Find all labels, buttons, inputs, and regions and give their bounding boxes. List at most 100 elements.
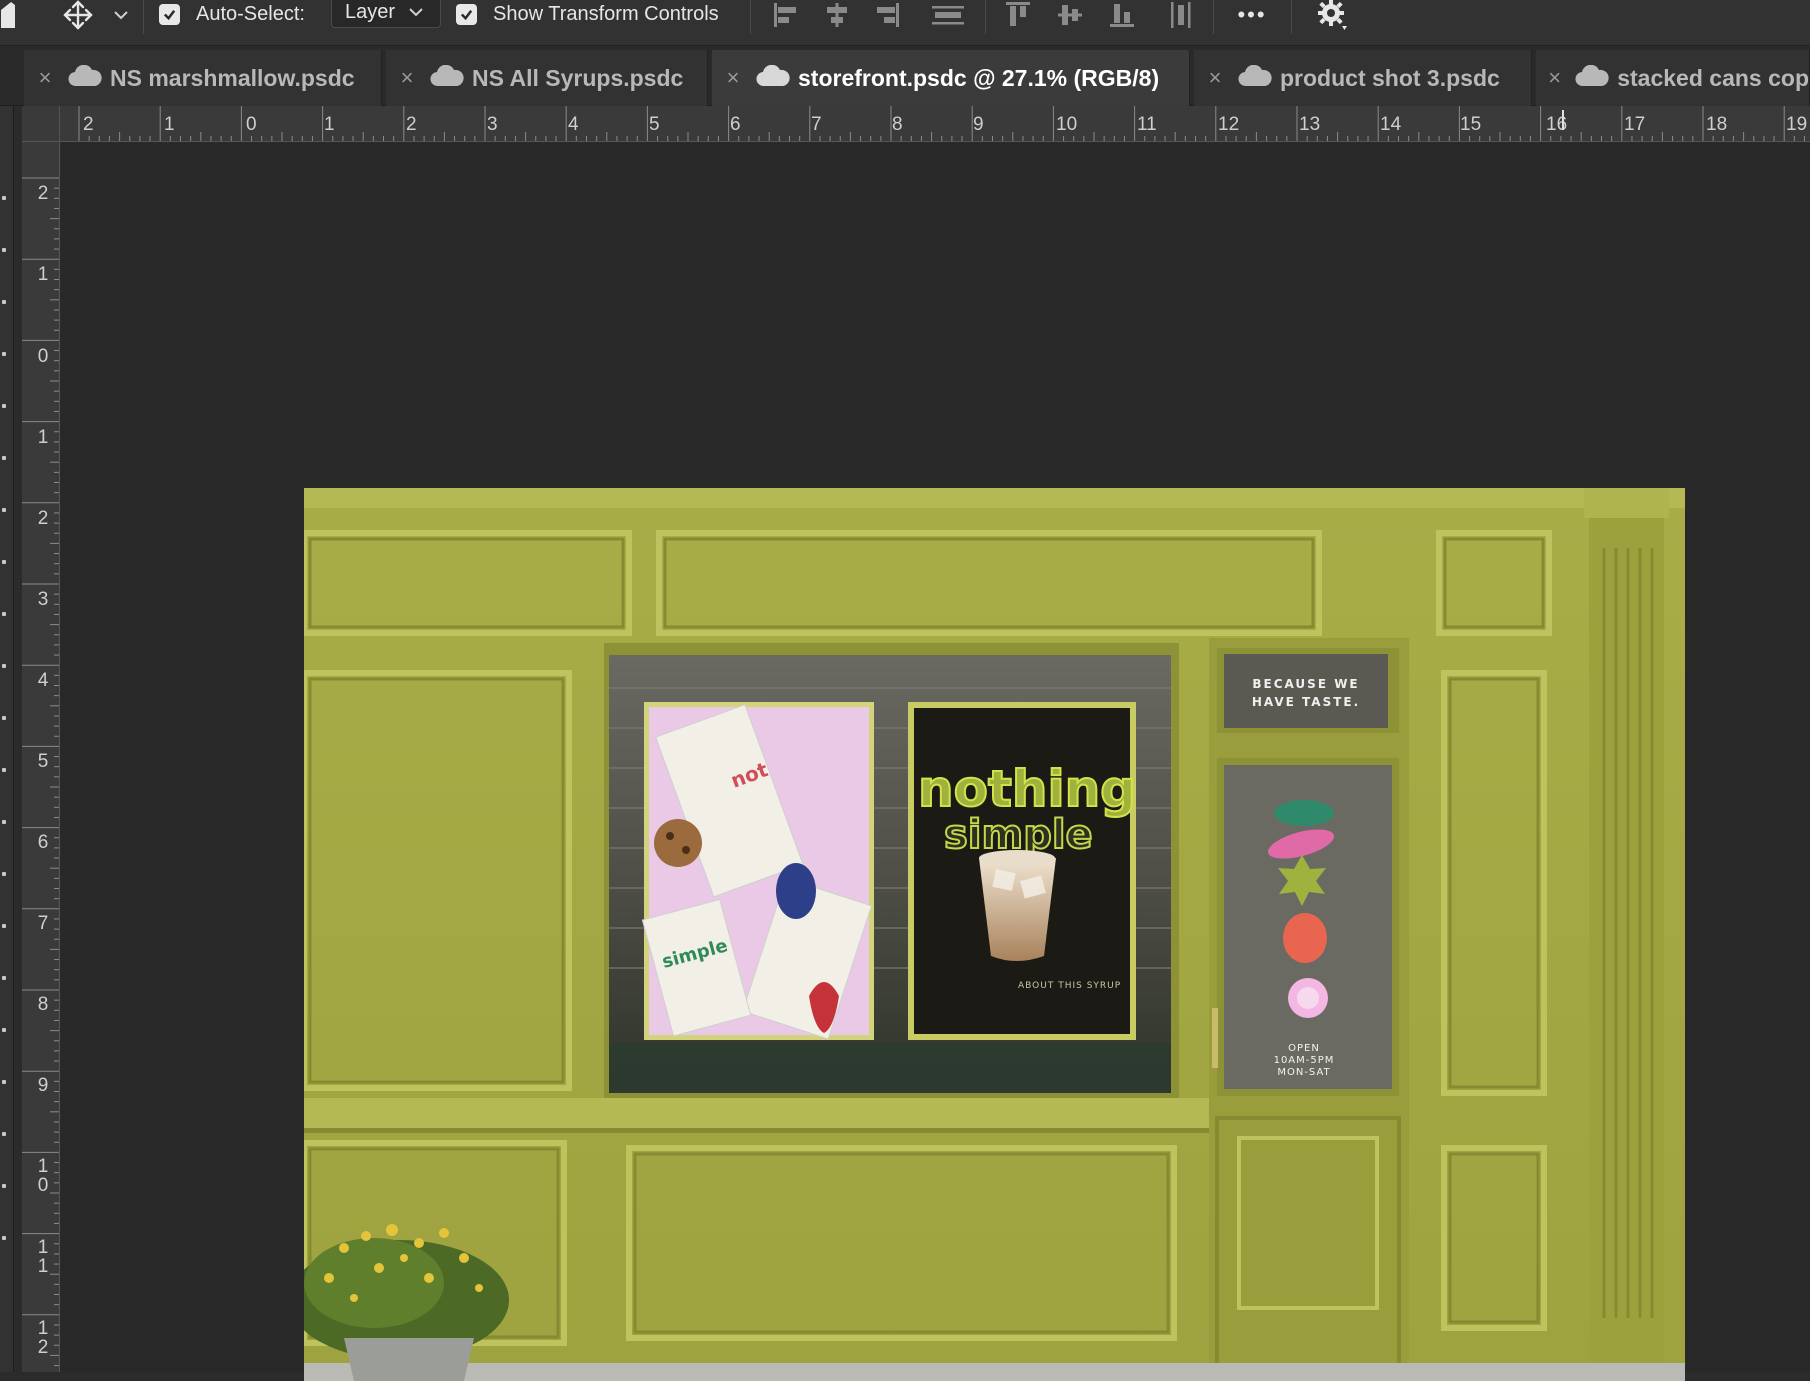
ruler-label: 6 — [37, 832, 49, 853]
ruler-label: 2 — [37, 508, 49, 529]
align-horizontal-center-icon[interactable] — [822, 0, 852, 30]
checkmark-icon — [159, 3, 180, 25]
ruler-label: 7 — [37, 913, 49, 934]
ruler-label: 4 — [568, 114, 579, 135]
ruler-label: 1 — [164, 114, 175, 135]
checkmark-icon — [456, 3, 477, 25]
ruler-label: 10 — [1056, 114, 1078, 135]
align-top-icon[interactable] — [1003, 0, 1033, 30]
ruler-label: 18 — [1706, 114, 1728, 135]
ruler-label: 1 — [324, 114, 335, 135]
close-icon[interactable]: × — [392, 65, 422, 91]
tool-preset-chevron-icon[interactable] — [110, 0, 132, 30]
ruler-label: 12 — [1218, 114, 1240, 135]
toolbar-edge[interactable] — [0, 106, 14, 1372]
cloud-document-icon — [430, 64, 464, 92]
auto-select-checkbox[interactable] — [159, 0, 180, 28]
ruler-label: 2 — [37, 183, 49, 204]
tab-label: product shot 3.psdc — [1280, 64, 1500, 91]
auto-select-target-value: Layer — [345, 0, 396, 23]
close-icon[interactable]: × — [1200, 65, 1230, 91]
align-bottom-icon[interactable] — [1107, 0, 1137, 30]
divider — [750, 0, 751, 34]
ruler-label: 6 — [730, 114, 741, 135]
ruler-label: 0 — [37, 346, 49, 367]
tab-product-shot-3[interactable]: × product shot 3.psdc — [1194, 50, 1532, 106]
ruler-label: 17 — [1624, 114, 1646, 135]
ruler-label: 19 — [1786, 114, 1808, 135]
tab-label: NS All Syrups.psdc — [472, 64, 684, 91]
svg-text:MON-SAT: MON-SAT — [1277, 1067, 1330, 1078]
chevron-down-icon — [409, 7, 423, 16]
tab-label: storefront.psdc @ 27.1% (RGB/8) — [798, 64, 1160, 91]
ruler-label: 2 — [83, 114, 94, 135]
cloud-document-icon — [68, 64, 102, 92]
ruler-label: 1 — [37, 427, 49, 448]
ruler-label: 8 — [37, 994, 49, 1015]
storefront-image: not simple nothing simple ABOUT THIS SYR… — [304, 488, 1685, 1381]
ruler-label: 11 — [37, 1237, 49, 1277]
ruler-label: 3 — [487, 114, 498, 135]
distribute-horizontal-icon[interactable] — [930, 0, 966, 30]
align-left-icon[interactable] — [770, 0, 800, 30]
svg-text:10AM-5PM: 10AM-5PM — [1274, 1055, 1335, 1066]
divider — [1213, 0, 1214, 34]
ruler-origin[interactable] — [22, 106, 60, 142]
ruler-label: 15 — [1460, 114, 1482, 135]
ruler-label: 12 — [37, 1318, 49, 1358]
distribute-vertical-icon[interactable] — [1166, 0, 1196, 30]
svg-text:BECAUSE WE: BECAUSE WE — [1252, 677, 1359, 691]
tab-storefront[interactable]: × storefront.psdc @ 27.1% (RGB/8) — [712, 50, 1190, 106]
ruler-label: 7 — [811, 114, 822, 135]
ruler-label: 2 — [406, 114, 417, 135]
divider — [143, 0, 144, 34]
options-bar: Auto-Select: Layer Show Transform Contro… — [0, 0, 1810, 46]
ruler-label: 9 — [973, 114, 984, 135]
show-transform-label: Show Transform Controls — [493, 2, 719, 25]
ruler-label: 0 — [246, 114, 257, 135]
home-icon[interactable] — [0, 0, 16, 30]
show-transform-checkbox[interactable] — [456, 0, 477, 28]
svg-text:ABOUT THIS SYRUP: ABOUT THIS SYRUP — [1018, 981, 1121, 991]
move-tool-icon[interactable] — [58, 0, 98, 30]
ruler-label: 14 — [1380, 114, 1402, 135]
cursor-position-marker — [1562, 110, 1564, 130]
tab-label: NS marshmallow.psdc — [110, 64, 355, 91]
auto-select-target-dropdown[interactable]: Layer — [331, 0, 441, 28]
auto-select-label: Auto-Select: — [196, 2, 305, 25]
canvas-workspace[interactable]: not simple nothing simple ABOUT THIS SYR… — [61, 143, 1810, 1381]
close-icon[interactable]: × — [718, 65, 748, 91]
svg-text:OPEN: OPEN — [1288, 1043, 1320, 1054]
ruler-label: 1 — [37, 264, 49, 285]
align-right-icon[interactable] — [873, 0, 903, 30]
ruler-label: 5 — [649, 114, 660, 135]
ruler-label: 5 — [37, 751, 49, 772]
more-options-icon[interactable]: ••• — [1230, 0, 1274, 30]
ruler-label: 11 — [1137, 114, 1157, 135]
tab-ns-marshmallow[interactable]: × NS marshmallow.psdc — [24, 50, 382, 106]
svg-text:HAVE TASTE.: HAVE TASTE. — [1252, 695, 1360, 709]
divider — [985, 0, 986, 34]
document-canvas[interactable]: not simple nothing simple ABOUT THIS SYR… — [304, 488, 1685, 1381]
ruler-label: 3 — [37, 589, 49, 610]
ruler-label: 4 — [37, 670, 49, 691]
ruler-label: 13 — [1299, 114, 1321, 135]
divider — [1291, 0, 1292, 34]
svg-text:nothing: nothing — [918, 760, 1136, 818]
ruler-label: 8 — [892, 114, 903, 135]
align-vertical-center-icon[interactable] — [1055, 0, 1085, 30]
cloud-document-icon — [756, 64, 790, 92]
document-tab-bar: × NS marshmallow.psdc × NS All Syrups.ps… — [0, 46, 1810, 106]
close-icon[interactable]: × — [1542, 65, 1567, 91]
ruler-label: 10 — [37, 1156, 49, 1196]
ruler-label: 9 — [37, 1075, 49, 1096]
tab-stacked-cans[interactable]: × stacked cans cop — [1536, 50, 1810, 106]
horizontal-ruler[interactable]: 2 1 0 1 2 3 4 5 6 7 8 9 10 11 12 13 14 1… — [60, 106, 1810, 142]
vertical-ruler[interactable]: 2 1 0 1 2 3 4 5 6 7 8 9 10 11 12 — [22, 142, 60, 1372]
close-icon[interactable]: × — [30, 65, 60, 91]
cloud-document-icon — [1575, 64, 1609, 92]
gear-icon[interactable] — [1314, 0, 1350, 30]
tab-label: stacked cans cop — [1617, 64, 1809, 91]
cloud-document-icon — [1238, 64, 1272, 92]
tab-ns-all-syrups[interactable]: × NS All Syrups.psdc — [386, 50, 708, 106]
